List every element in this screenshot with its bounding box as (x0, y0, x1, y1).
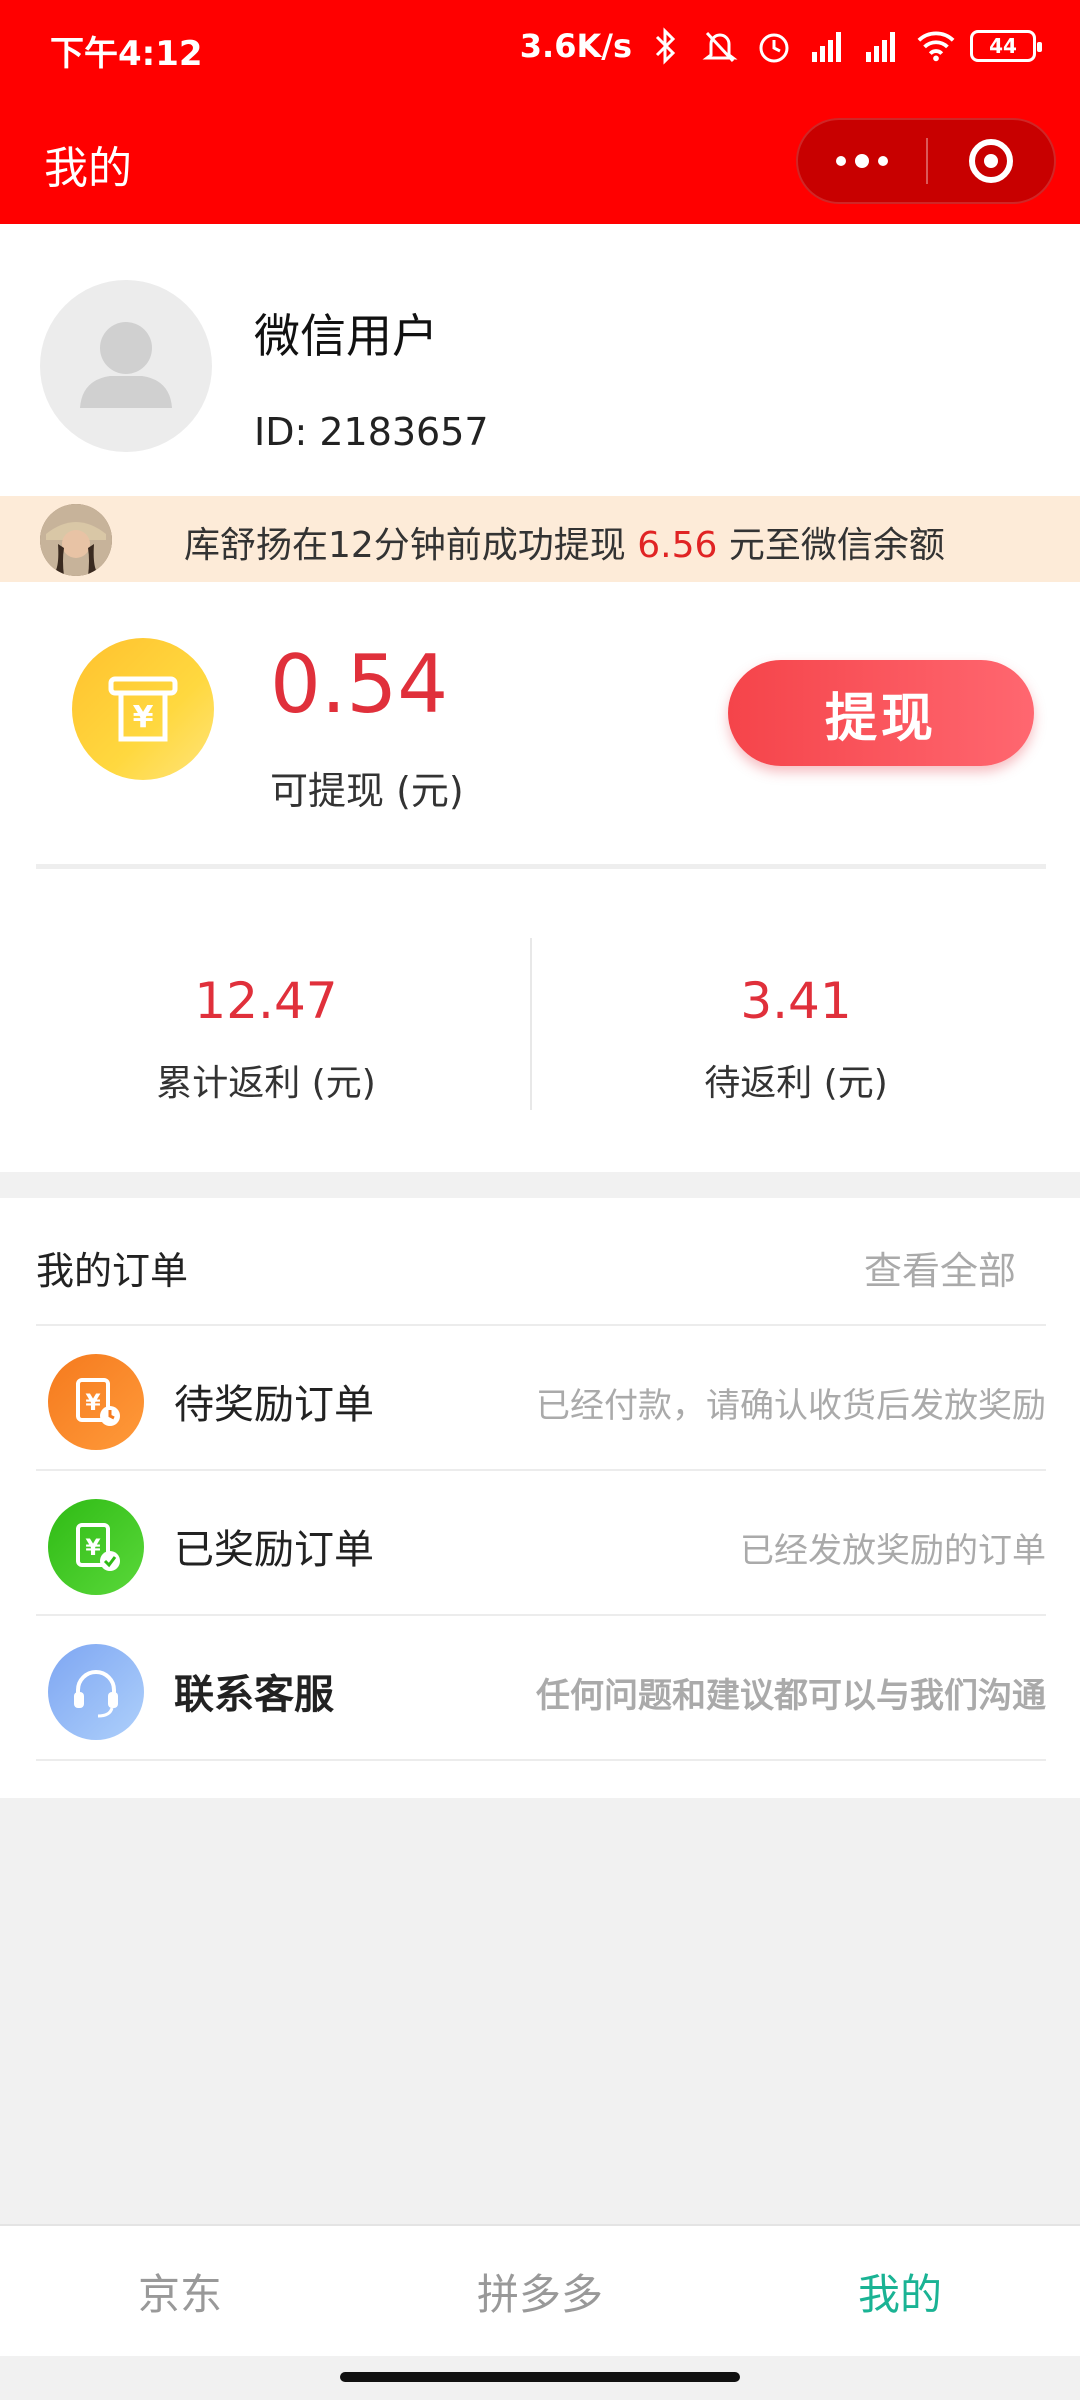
network-speed: 3.6K/s (519, 27, 632, 65)
headset-icon (48, 1644, 144, 1740)
stat-divider (530, 938, 532, 1110)
cumulative-rebate: 12.47 累计返利 (元) (16, 972, 516, 1106)
wifi-icon (916, 26, 956, 66)
orders-header: 我的订单 查看全部 (36, 1198, 1046, 1326)
withdraw-button[interactable]: 提现 (728, 660, 1034, 766)
bottom-tab-bar: 京东 拼多多 我的 (0, 2224, 1080, 2356)
order-row-desc: 任何问题和建议都可以与我们沟通 (536, 1676, 1046, 1716)
tab-pdd[interactable]: 拼多多 (360, 2226, 720, 2356)
more-button[interactable] (798, 120, 926, 202)
pending-rebate-label: 待返利 (元) (704, 1063, 888, 1104)
balance-card: ¥ 0.54 可提现 (元) 提现 12.47 累计返利 (元) 3.41 待返… (0, 582, 1080, 1172)
notice-text: 库舒扬在12分钟前成功提现 6.56 元至微信余额 (184, 516, 945, 568)
user-id: ID: 2183657 (254, 410, 489, 454)
more-dot-icon (855, 154, 869, 168)
page-title: 我的 (44, 143, 132, 194)
divider (36, 864, 1046, 869)
cumulative-rebate-label: 累计返利 (元) (156, 1063, 376, 1104)
more-dot-icon (836, 156, 846, 166)
pending-rebate: 3.41 待返利 (元) (546, 972, 1046, 1106)
order-row-desc: 已经付款，请确认收货后发放奖励 (536, 1386, 1046, 1426)
order-row-desc: 已经发放奖励的订单 (740, 1531, 1046, 1571)
pending-reward-icon: ¥ (48, 1354, 144, 1450)
withdraw-wallet-icon: ¥ (72, 638, 214, 780)
svg-text:¥: ¥ (85, 1536, 101, 1561)
order-row-rewarded[interactable]: ¥ 已奖励订单 已经发放奖励的订单 (36, 1471, 1046, 1616)
order-row-support[interactable]: 联系客服 任何问题和建议都可以与我们沟通 (36, 1616, 1046, 1761)
svg-text:¥: ¥ (85, 1391, 101, 1416)
rewarded-icon: ¥ (48, 1499, 144, 1595)
battery-icon: 44 (970, 30, 1042, 62)
withdraw-notice-bar: 库舒扬在12分钟前成功提现 6.56 元至微信余额 (0, 496, 1080, 582)
status-time: 下午4:12 (50, 34, 203, 74)
notice-prefix: 库舒扬在12分钟前成功提现 (184, 525, 638, 566)
header: 下午4:12 3.6K/s 44 我的 (0, 0, 1080, 224)
nickname: 微信用户 (254, 309, 438, 363)
mute-bell-icon (700, 26, 740, 66)
signal-icon (808, 26, 848, 66)
status-bar: 下午4:12 3.6K/s 44 (0, 0, 1080, 96)
withdrawable-amount: 0.54 (270, 638, 449, 731)
cumulative-rebate-value: 12.47 (194, 972, 338, 1030)
order-row-title: 待奖励订单 (174, 1382, 374, 1428)
miniprogram-capsule (796, 118, 1056, 204)
status-icons: 3.6K/s 44 (519, 26, 1042, 66)
signal-icon-2 (862, 26, 902, 66)
orders-title: 我的订单 (36, 1249, 189, 1293)
tab-jd[interactable]: 京东 (0, 2226, 360, 2356)
view-all-link[interactable]: 查看全部 (864, 1240, 1016, 1295)
more-dot-icon (878, 156, 888, 166)
order-row-title: 已奖励订单 (174, 1527, 374, 1573)
home-indicator[interactable] (340, 2372, 740, 2382)
user-placeholder-icon (80, 322, 172, 408)
orders-section: 我的订单 查看全部 ¥ 待奖励订单 已经付款，请确认收货后发放奖励 ¥ 已奖励订… (0, 1198, 1080, 1798)
notice-user-avatar (40, 504, 112, 576)
order-row-pending[interactable]: ¥ 待奖励订单 已经付款，请确认收货后发放奖励 (36, 1326, 1046, 1471)
target-close-icon (969, 139, 1013, 183)
tab-mine[interactable]: 我的 (720, 2226, 1080, 2356)
close-miniprogram-button[interactable] (928, 120, 1054, 202)
withdrawable-label: 可提现 (元) (270, 769, 464, 813)
order-row-title: 联系客服 (174, 1672, 334, 1718)
avatar[interactable] (40, 280, 212, 452)
pending-rebate-value: 3.41 (740, 972, 852, 1030)
notice-amount: 6.56 (637, 525, 718, 566)
bluetooth-icon (646, 26, 686, 66)
profile-section: 微信用户 ID: 2183657 (0, 224, 1080, 496)
notice-suffix: 元至微信余额 (717, 525, 945, 566)
alarm-icon (754, 26, 794, 66)
svg-text:¥: ¥ (133, 700, 154, 735)
